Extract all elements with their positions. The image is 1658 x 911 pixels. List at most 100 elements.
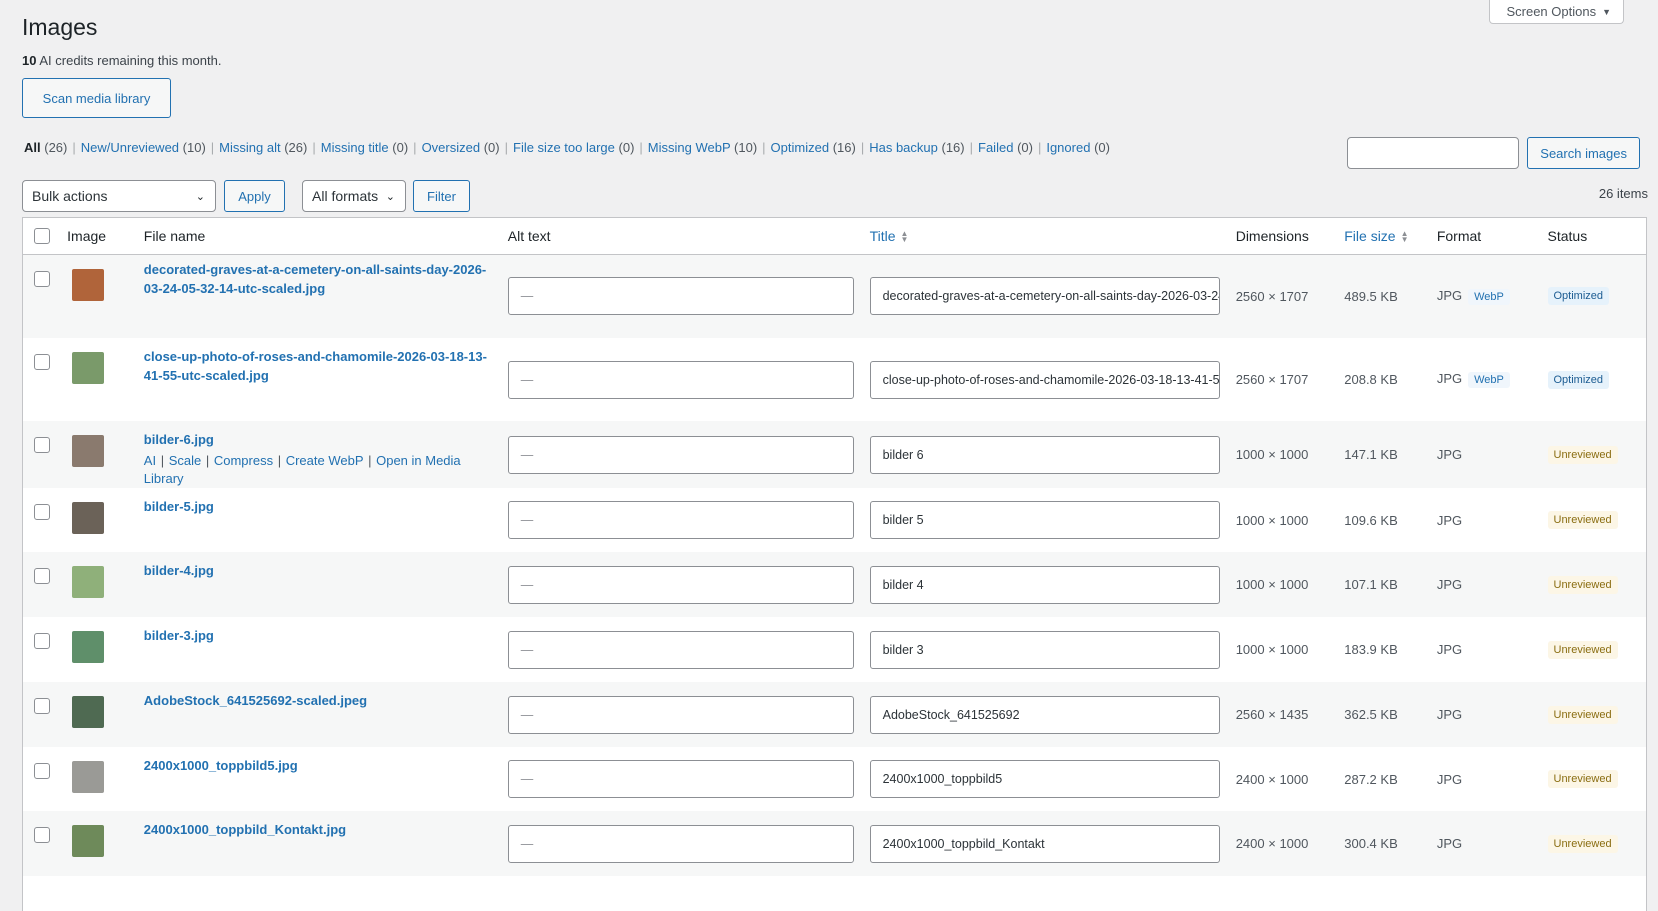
row-checkbox[interactable] (34, 827, 50, 843)
table-row: bilder-6.jpg AI | Scale | Compress | Crea… (23, 421, 1646, 488)
row-checkbox[interactable] (34, 504, 50, 520)
file-name-link[interactable]: bilder-3.jpg (144, 626, 492, 645)
filter-link-ignored[interactable]: Ignored (1046, 140, 1090, 155)
filter-link-failed[interactable]: Failed (978, 140, 1013, 155)
row-select-cell (23, 338, 59, 421)
file-name-link[interactable]: bilder-6.jpg (144, 430, 492, 449)
ai-credits-count: 10 (22, 53, 37, 68)
table-row: bilder-4.jpg — bilder 4 1000 × 1000 107.1 KB… (23, 552, 1646, 617)
row-action-ai[interactable]: AI (144, 453, 156, 468)
title-input[interactable]: bilder 3 (869, 630, 1220, 669)
column-title[interactable]: Title ▲ ▼ (861, 218, 1228, 255)
title-input[interactable]: 2400x1000_toppbild5 (869, 760, 1220, 798)
alt-text-input[interactable]: — (507, 824, 854, 863)
image-thumbnail[interactable] (72, 566, 105, 598)
title-input[interactable]: bilder 5 (869, 501, 1220, 539)
apply-button[interactable]: Apply (224, 180, 285, 212)
file-name-link[interactable]: decorated-graves-at-a-cemetery-on-all-sa… (144, 260, 492, 298)
file-name-cell: bilder-3.jpg (136, 617, 500, 682)
column-image: Image (59, 218, 136, 255)
alt-text-input[interactable]: — (507, 695, 854, 734)
title-input[interactable]: decorated-graves-at-a-cemetery-on-all-sa… (869, 277, 1220, 316)
table-row: decorated-graves-at-a-cemetery-on-all-sa… (23, 254, 1646, 338)
row-action-compress[interactable]: Compress (214, 453, 273, 468)
alt-text-input[interactable]: — (507, 501, 854, 539)
search-images-button[interactable]: Search images (1527, 137, 1640, 169)
thumbnail-cell (59, 488, 136, 552)
filter-link-missing-alt[interactable]: Missing alt (219, 140, 280, 155)
thumbnail-cell (59, 254, 136, 338)
title-cell: decorated-graves-at-a-cemetery-on-all-sa… (862, 254, 1228, 338)
filter-button[interactable]: Filter (413, 180, 470, 212)
filter-link-has-backup[interactable]: Has backup (869, 140, 938, 155)
dimensions-cell: 1000 × 1000 (1235, 447, 1309, 462)
row-checkbox[interactable] (34, 270, 50, 287)
status-filter-links: All (26) | New/Unreviewed (10) | Missing alt… (24, 140, 1110, 155)
filter-link-new-unreviewed[interactable]: New/Unreviewed (81, 140, 179, 155)
alt-text-input[interactable]: — (507, 435, 854, 474)
image-thumbnail[interactable] (72, 696, 105, 728)
filter-link-file-size-too-large[interactable]: File size too large (513, 140, 615, 155)
format-cell: JPG (1429, 682, 1540, 747)
screen-options-toggle[interactable]: Screen Options ▼ (1489, 0, 1624, 24)
image-thumbnail[interactable] (72, 825, 105, 857)
format-label: JPG (1436, 371, 1463, 386)
alt-text-cell: — (500, 552, 862, 617)
file-size-cell: 147.1 KB (1344, 447, 1398, 462)
title-input[interactable]: 2400x1000_toppbild_Kontakt (869, 824, 1220, 863)
title-input[interactable]: close-up-photo-of-roses-and-chamomile-20… (869, 360, 1220, 399)
alt-text-input[interactable]: — (507, 277, 854, 316)
alt-text-cell: — (500, 617, 862, 682)
format-cell: JPG (1429, 488, 1540, 552)
filter-link-missing-webp[interactable]: Missing WebP (648, 140, 731, 155)
sort-title-link[interactable]: Title (870, 228, 896, 244)
status-cell: Unreviewed (1540, 811, 1647, 876)
file-name-link[interactable]: close-up-photo-of-roses-and-chamomile-20… (144, 347, 492, 385)
sort-icon: ▲ ▼ (1400, 229, 1409, 245)
alt-text-input[interactable]: — (507, 760, 854, 798)
row-checkbox[interactable] (34, 763, 50, 779)
filter-link-optimized[interactable]: Optimized (771, 140, 830, 155)
status-badge: Unreviewed (1547, 575, 1618, 594)
row-checkbox[interactable] (34, 437, 50, 453)
bulk-actions-select[interactable]: Bulk actions ⌄ (22, 180, 216, 212)
title-cell: 2400x1000_toppbild_Kontakt (862, 811, 1228, 876)
image-thumbnail[interactable] (72, 268, 105, 301)
file-name-link[interactable]: AdobeStock_641525692-scaled.jpeg (144, 691, 492, 710)
format-filter-select[interactable]: All formats ⌄ (302, 180, 406, 212)
row-checkbox[interactable] (34, 354, 50, 370)
screen-options-label: Screen Options (1506, 4, 1597, 19)
title-input[interactable]: bilder 6 (869, 435, 1220, 474)
row-action-scale[interactable]: Scale (169, 453, 202, 468)
row-checkbox[interactable] (34, 568, 50, 584)
sort-file-size-link[interactable]: File size (1344, 228, 1395, 244)
row-actions: AI | Scale | Compress | Create WebP | Op… (144, 452, 492, 488)
row-action-separator: | (202, 453, 213, 468)
file-name-link[interactable]: 2400x1000_toppbild5.jpg (144, 756, 492, 775)
image-thumbnail[interactable] (72, 435, 105, 467)
row-checkbox[interactable] (34, 698, 50, 714)
row-checkbox[interactable] (34, 633, 50, 649)
image-thumbnail[interactable] (72, 502, 105, 534)
filter-link-missing-title[interactable]: Missing title (321, 140, 389, 155)
search-input[interactable] (1347, 137, 1520, 169)
column-file-size[interactable]: File size ▲ ▼ (1336, 218, 1429, 255)
select-all-checkbox[interactable] (34, 227, 50, 244)
alt-text-input[interactable]: — (507, 565, 854, 604)
image-thumbnail[interactable] (72, 352, 105, 384)
alt-text-input[interactable]: — (507, 360, 854, 399)
file-name-link[interactable]: bilder-5.jpg (144, 497, 492, 516)
images-table: Image File name Alt text Title ▲ ▼ Dimensi… (22, 217, 1647, 911)
row-action-create-webp[interactable]: Create WebP (286, 453, 364, 468)
alt-text-input[interactable]: — (507, 630, 854, 669)
image-thumbnail[interactable] (72, 761, 105, 793)
file-name-link[interactable]: 2400x1000_toppbild_Kontakt.jpg (144, 820, 492, 839)
image-thumbnail[interactable] (72, 631, 105, 663)
file-name-link[interactable]: bilder-4.jpg (144, 561, 492, 580)
filter-link-all[interactable]: All (24, 140, 41, 155)
scan-media-library-button[interactable]: Scan media library (22, 78, 171, 118)
title-cell: 2400x1000_toppbild5 (862, 747, 1228, 811)
filter-link-oversized[interactable]: Oversized (422, 140, 481, 155)
title-input[interactable]: bilder 4 (869, 565, 1220, 604)
title-input[interactable]: AdobeStock_641525692 (869, 695, 1220, 734)
